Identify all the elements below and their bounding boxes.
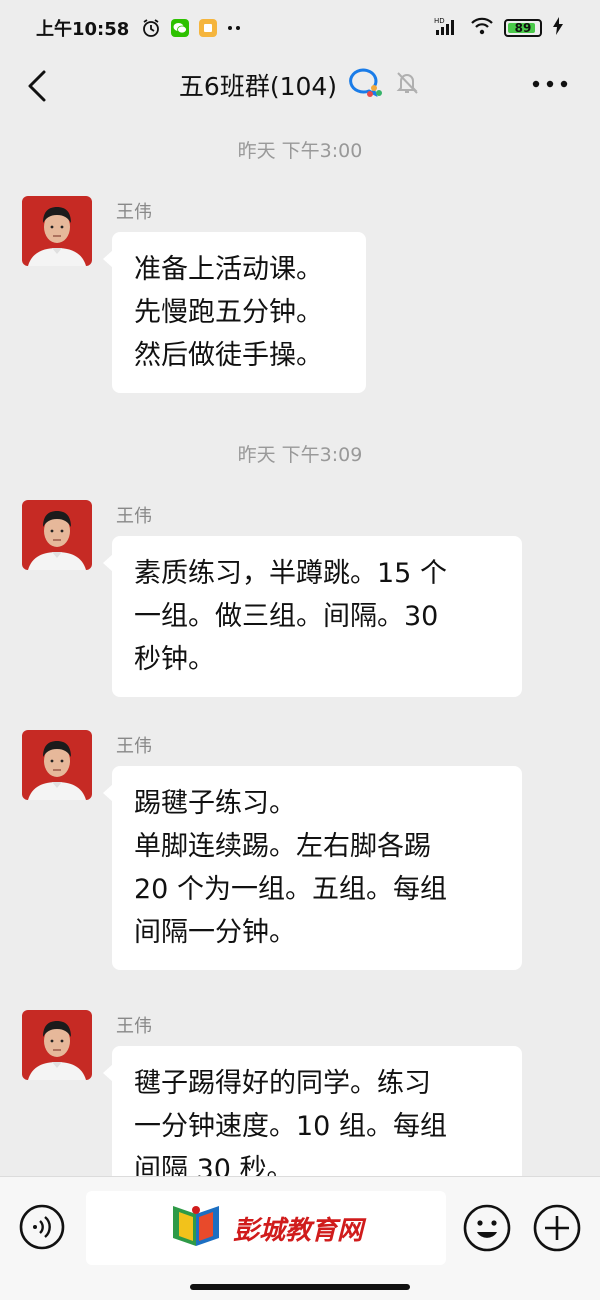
back-icon <box>28 70 46 102</box>
plus-button[interactable] <box>532 1203 582 1253</box>
books-logo-icon <box>169 1202 223 1254</box>
back-button[interactable] <box>24 66 54 106</box>
more-dots-icon <box>227 25 245 31</box>
timestamp: 昨天 下午3:09 <box>237 444 363 466</box>
message-bubble[interactable]: 准备上活动课。 先慢跑五分钟。 然后做徒手操。 <box>103 232 366 393</box>
timestamp: 昨天 下午3:00 <box>237 140 363 162</box>
svg-text:HD: HD <box>434 17 445 25</box>
plus-icon <box>533 1204 581 1252</box>
input-bar: 彭城教育网 <box>0 1176 600 1300</box>
charging-icon <box>552 16 564 41</box>
hd-signal-icon: HD <box>434 16 460 41</box>
status-bar: 上午10:58 HD 89 <box>0 0 600 56</box>
status-time: 上午10:58 <box>36 19 130 40</box>
battery-level: 89 <box>514 21 532 35</box>
sender-name: 王伟 <box>116 202 152 223</box>
emoji-icon <box>463 1204 511 1252</box>
chat-screen: 上午10:58 HD 89 五6班群(104) 昨天 下午3:00 王伟 准备上… <box>0 0 600 1300</box>
avatar[interactable] <box>22 500 92 570</box>
mute-bell-icon <box>393 69 421 101</box>
sender-name: 王伟 <box>116 506 152 527</box>
home-indicator[interactable] <box>190 1284 410 1290</box>
battery-icon: 89 <box>504 19 542 37</box>
wechat-icon <box>171 19 190 37</box>
chat-title: 五6班群(104) <box>178 72 338 101</box>
message-input[interactable]: 彭城教育网 <box>86 1191 446 1265</box>
alarm-icon <box>141 18 161 38</box>
voice-button[interactable] <box>18 1203 66 1251</box>
avatar[interactable] <box>22 730 92 800</box>
message-bubble[interactable]: 毽子踢得好的同学。练习 一分钟速度。10 组。每组 间隔 30 秒。 <box>103 1046 522 1176</box>
message-list[interactable]: 昨天 下午3:00 王伟 准备上活动课。 先慢跑五分钟。 然后做徒手操。 昨天 … <box>0 114 600 1176</box>
message-bubble[interactable]: 素质练习，半蹲跳。15 个 一组。做三组。间隔。30 秒钟。 <box>103 536 522 697</box>
voice-icon <box>19 1204 65 1250</box>
more-icon <box>532 80 568 88</box>
watermark-text: 彭城教育网 <box>232 1215 363 1246</box>
sender-name: 王伟 <box>116 736 152 757</box>
wifi-icon <box>470 16 494 41</box>
message-bubble[interactable]: 踢毽子练习。 单脚连续踢。左右脚各踢 20 个为一组。五组。每组 间隔一分钟。 <box>103 766 522 970</box>
sender-name: 王伟 <box>116 1016 152 1037</box>
notes-icon <box>199 19 218 37</box>
more-button[interactable] <box>530 72 570 96</box>
avatar[interactable] <box>22 1010 92 1080</box>
group-chat-icon[interactable] <box>345 66 385 104</box>
avatar[interactable] <box>22 196 92 266</box>
emoji-button[interactable] <box>462 1203 512 1253</box>
chat-header: 五6班群(104) <box>0 56 600 114</box>
